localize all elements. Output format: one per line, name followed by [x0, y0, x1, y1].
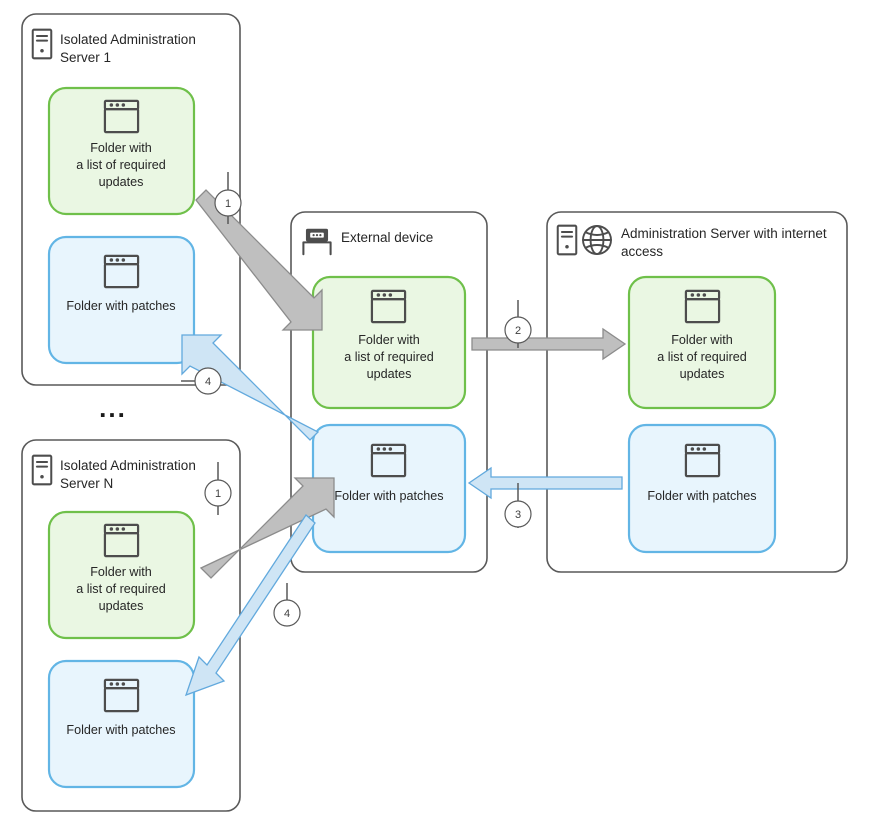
- diagram-root: Isolated Administration Server 1 Folder …: [0, 0, 869, 832]
- box-label-line: updates: [367, 367, 412, 381]
- box-label-line: Folder with patches: [66, 723, 175, 737]
- box-net-updates[interactable]: Folder with a list of required updates: [627, 275, 777, 410]
- panel-title-isolated-1-line1: Isolated Administration: [60, 32, 196, 47]
- box-label-line: Folder with: [90, 141, 152, 155]
- step-number: 1: [215, 488, 221, 500]
- box-label-line: updates: [99, 599, 144, 613]
- box-net-patches[interactable]: Folder with patches: [627, 423, 777, 554]
- box-ext-patches[interactable]: Folder with patches: [311, 423, 467, 554]
- step-badge-3: 3: [504, 500, 532, 528]
- box-label-line: a list of required: [657, 350, 747, 364]
- box-iso1-updates[interactable]: Folder with a list of required updates: [47, 86, 196, 216]
- box-label-line: updates: [680, 367, 725, 381]
- panel-title-internet-server-line2: access: [621, 244, 663, 259]
- panels-ellipsis: ...: [99, 393, 127, 423]
- box-label-line: Folder with: [90, 565, 152, 579]
- step-badge-4-top: 4: [194, 367, 222, 395]
- step-number: 2: [515, 325, 521, 337]
- panel-title-isolated-n-line1: Isolated Administration: [60, 458, 196, 473]
- box-label-line: a list of required: [76, 158, 166, 172]
- box-iso1-patches[interactable]: Folder with patches: [47, 235, 196, 365]
- step-badge-1-bottom: 1: [204, 479, 232, 507]
- box-ext-updates[interactable]: Folder with a list of required updates: [311, 275, 467, 410]
- step-badge-4-bottom: 4: [273, 599, 301, 627]
- panel-title-internet-server-line1: Administration Server with internet: [621, 226, 827, 241]
- box-label-line: updates: [99, 175, 144, 189]
- box-label-line: a list of required: [76, 582, 166, 596]
- box-ison-updates[interactable]: Folder with a list of required updates: [47, 510, 196, 640]
- box-label-line: Folder with: [358, 333, 420, 347]
- step-number: 4: [205, 376, 211, 388]
- step-badge-1-top: 1: [214, 189, 242, 217]
- step-number: 1: [225, 198, 231, 210]
- step-number: 4: [284, 608, 290, 620]
- panel-title-isolated-1-line2: Server 1: [60, 50, 111, 65]
- box-label-line: Folder with: [671, 333, 733, 347]
- box-label-line: a list of required: [344, 350, 434, 364]
- box-label-line: Folder with patches: [66, 299, 175, 313]
- box-ison-patches[interactable]: Folder with patches: [47, 659, 196, 789]
- panel-internet-server: Administration Server with internet acce…: [546, 211, 848, 573]
- panel-title-isolated-n-line2: Server N: [60, 476, 113, 491]
- step-badge-2: 2: [504, 316, 532, 344]
- step-number: 3: [515, 509, 521, 521]
- panel-title-external-device: External device: [341, 230, 433, 245]
- box-label-line: Folder with patches: [647, 489, 756, 503]
- panel-external-device: External device Folder with a list of re…: [290, 211, 488, 573]
- box-label-line: Folder with patches: [334, 489, 443, 503]
